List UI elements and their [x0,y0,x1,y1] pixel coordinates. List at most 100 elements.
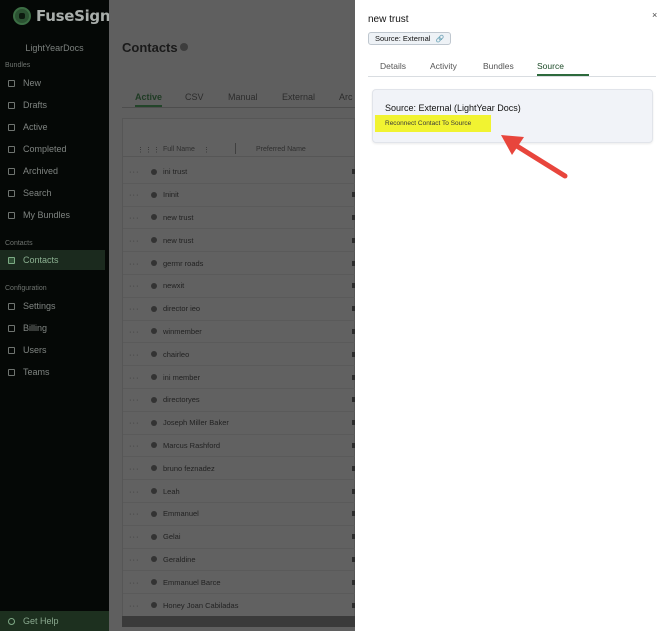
horizontal-scrollbar[interactable] [122,616,355,627]
source-badge-label: Source: External [375,34,431,43]
table-row[interactable]: ··· Honey Joan Cabiladas [123,594,356,617]
get-help-button[interactable]: Get Help [0,611,109,631]
table-row[interactable]: ··· ini member [123,366,356,389]
person-icon [151,579,157,586]
sidebar-item-drafts[interactable]: Drafts [0,95,105,115]
sidebar-item-search[interactable]: Search [0,183,105,203]
contact-name: Ininit [163,190,179,200]
row-menu-icon[interactable]: ··· [123,167,151,176]
table-row[interactable]: ··· director ieo [123,298,356,321]
row-menu-icon[interactable]: ··· [123,304,151,313]
table-row[interactable]: ··· Emmanuel [123,503,356,526]
table-row[interactable]: ··· Leah [123,480,356,503]
fusesign-logo-icon [13,7,31,25]
bundle-icon [8,211,15,219]
person-icon [151,602,157,609]
table-row[interactable]: ··· germr roads [123,252,356,275]
tab-active[interactable]: Active [135,92,163,107]
table-row[interactable]: ··· ini trust [123,161,356,184]
row-menu-icon[interactable]: ··· [123,327,151,336]
table-row[interactable]: ··· directoryes [123,389,356,412]
sidebar-item-billing[interactable]: Billing [0,318,105,338]
row-menu-icon[interactable]: ··· [123,190,151,199]
row-menu-icon[interactable]: ··· [123,509,151,518]
sidebar-item-new[interactable]: New [0,73,105,93]
person-icon [151,328,157,335]
row-menu-icon[interactable]: ··· [123,395,151,404]
table-row[interactable]: ··· bruno feznadez [123,457,356,481]
sidebar-item-teams[interactable]: Teams [0,362,105,382]
tab-manual[interactable]: Manual [228,92,258,102]
table-row[interactable]: ··· newxit [123,275,356,298]
contact-name: Leah [163,486,180,496]
tab-bundles[interactable]: Bundles [483,61,514,71]
sidebar: FuseSign LightYearDocs Bundles New Draft… [0,0,111,631]
source-badge[interactable]: Source: External 🔗 [368,32,452,45]
contact-name: Marcus Rashford [163,440,221,450]
table-row[interactable]: ··· chairleo [123,343,356,367]
tab-details[interactable]: Details [380,61,406,71]
tab-external[interactable]: External [282,92,315,102]
gear-icon [8,302,15,310]
row-menu-icon[interactable]: ··· [123,236,151,245]
sidebar-item-users[interactable]: Users [0,340,105,360]
sidebar-item-active[interactable]: Active [0,117,105,137]
row-menu-icon[interactable]: ··· [123,350,151,359]
person-icon [151,556,157,563]
contacts-main: Contacts Active CSV Manual External Arc … [109,0,356,631]
organization-name: LightYearDocs [25,43,84,53]
row-menu-icon[interactable]: ··· [123,464,151,473]
row-menu-icon[interactable]: ··· [123,487,151,496]
table-row[interactable]: ··· new trust [123,229,356,253]
table-row[interactable]: ··· Ininit [123,184,356,207]
row-menu-icon[interactable]: ··· [123,418,151,427]
row-menu-icon[interactable]: ··· [123,213,151,222]
row-menu-icon[interactable]: ··· [123,578,151,587]
table-row[interactable]: ··· Joseph Miller Baker [123,412,356,435]
table-row[interactable]: ··· winmember [123,321,356,344]
row-menu-icon[interactable]: ··· [123,373,151,382]
row-menu-icon[interactable]: ··· [123,555,151,564]
tab-source[interactable]: Source [537,61,564,71]
sidebar-item-settings[interactable]: Settings [0,296,105,316]
sidebar-item-archived[interactable]: Archived [0,161,105,181]
sidebar-item-contacts[interactable]: Contacts [0,250,105,270]
tab-activity[interactable]: Activity [430,61,457,71]
help-icon[interactable] [180,43,188,51]
contact-name: bruno feznadez [163,463,215,473]
table-row[interactable]: ··· Gelai [123,526,356,549]
person-icon [151,260,157,267]
person-icon [151,442,157,449]
contact-name: newxit [163,281,185,291]
sidebar-item-completed[interactable]: Completed [0,139,105,159]
dollar-icon [8,324,15,332]
table-row[interactable]: ··· Emmanuel Barce [123,571,356,595]
table-row[interactable]: ··· new trust [123,207,356,230]
column-preferred-name[interactable]: Preferred Name [256,146,306,153]
annotation-arrow-icon [501,135,568,179]
close-icon[interactable]: × [652,10,657,20]
row-menu-icon[interactable]: ··· [123,281,151,290]
row-menu-icon[interactable]: ··· [123,441,151,450]
row-menu-icon[interactable]: ··· [123,259,151,268]
sidebar-section-contacts: Contacts [5,240,33,247]
sidebar-item-my-bundles[interactable]: My Bundles [0,205,105,225]
external-link-icon: 🔗 [435,35,445,43]
table-row[interactable]: ··· Geraldine [123,549,356,572]
column-menu-icon[interactable]: ⋮ [203,146,210,154]
column-full-name[interactable]: Full Name [163,146,195,153]
tab-csv[interactable]: CSV [185,92,204,102]
person-icon [151,374,157,381]
reconnect-contact-button[interactable]: Reconnect Contact To Source [375,115,491,132]
row-menu-icon[interactable]: ··· [123,532,151,541]
contact-name: Honey Joan Cabiladas [163,600,239,610]
sidebar-section-configuration: Configuration [5,285,47,292]
panel-tabs: Details Activity Bundles Source [368,57,656,77]
table-row[interactable]: ··· Marcus Rashford [123,435,356,458]
person-icon [151,419,157,426]
sidebar-section-bundles: Bundles [5,62,31,69]
tab-archived[interactable]: Arc [339,92,353,102]
brand-logo[interactable]: FuseSign [13,7,111,25]
person-icon [151,396,157,403]
row-menu-icon[interactable]: ··· [123,601,151,610]
